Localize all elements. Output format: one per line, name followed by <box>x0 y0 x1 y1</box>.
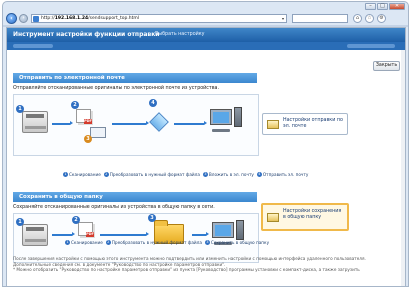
minimize-button[interactable]: – <box>365 3 376 10</box>
pdf-badge: PDF <box>84 119 92 124</box>
footer-line: * Можно отобразить "Руководство по настр… <box>13 267 360 272</box>
envelope-icon <box>267 120 279 129</box>
navigation-bar: ‹ › http://192.168.1.24/sendsupport_top.… <box>3 12 408 25</box>
search-input[interactable] <box>292 14 348 23</box>
step-2-badge: 2 <box>71 101 79 109</box>
close-button[interactable]: Закрыть <box>373 61 400 71</box>
step-1-badge: 1 <box>16 218 24 226</box>
flow-arrow <box>192 232 209 236</box>
step-item: 2 Преобразовать в нужный формат файла <box>105 240 202 245</box>
footer-line: После завершения настройки с помощью это… <box>13 256 366 261</box>
multifunction-printer-icon <box>22 111 48 133</box>
title-bar: – □ ✕ <box>3 2 408 12</box>
favorites-icon[interactable]: ☆ <box>365 14 374 23</box>
step-1-badge: 1 <box>16 105 24 113</box>
vertical-scrollbar[interactable] <box>401 50 405 286</box>
page-icon <box>33 16 39 22</box>
folder-section-description: Сохраняйте отсканированные оригиналы из … <box>13 205 215 210</box>
maximize-button[interactable]: □ <box>377 3 388 10</box>
sub-header-text-right <box>347 44 395 48</box>
sub-header <box>7 42 405 50</box>
page-content: Инструмент настройки функции отправки Вы… <box>6 27 406 286</box>
flow-arrow <box>52 121 73 125</box>
address-bar[interactable]: http://192.168.1.24/sendsupport_top.html… <box>31 14 287 23</box>
step-item: 1 Сканирование <box>63 172 101 177</box>
folder-icon <box>267 213 279 222</box>
page-header: Инструмент настройки функции отправки Вы… <box>7 28 405 42</box>
step-4-badge: 4 <box>149 99 157 107</box>
forward-button[interactable]: › <box>19 14 28 23</box>
step-item: 1 Сканирование <box>65 240 103 245</box>
home-icon[interactable]: ⌂ <box>353 14 362 23</box>
email-settings-button[interactable]: Настройки отправки по эл. почте <box>262 113 348 135</box>
flow-arrow <box>112 121 149 125</box>
sub-header-text <box>13 44 53 48</box>
folder-section-title: Сохранить в общую папку <box>13 192 257 202</box>
flow-arrow <box>174 121 207 125</box>
step-item: 3 Вложить в эл. почту <box>202 172 254 177</box>
shared-folder-settings-button[interactable]: Настройки сохранения в общую папку <box>261 203 349 231</box>
flow-arrow <box>100 232 149 236</box>
step-item: 3 Сохранить в общую папку <box>204 240 270 245</box>
window-controls: – □ ✕ <box>365 3 405 10</box>
envelope-icon <box>90 127 106 138</box>
email-steps: 1 Сканирование 2 Преобразовать в нужный фо… <box>63 172 308 177</box>
close-window-button[interactable]: ✕ <box>389 3 405 10</box>
page-title: Инструмент настройки функции отправки <box>13 31 160 38</box>
shared-folder-settings-label: Настройки сохранения в общую папку <box>283 209 342 220</box>
network-icon <box>149 112 169 132</box>
step-item: 4 Отправить эл. почту <box>256 172 309 177</box>
flow-arrow <box>52 232 75 236</box>
email-settings-label: Настройки отправки по эл. почте <box>283 118 343 129</box>
gear-icon[interactable]: ⚙ <box>377 14 386 23</box>
dropdown-arrow-icon[interactable]: ▾ <box>282 16 284 21</box>
select-setting-link[interactable]: Выбрать настройку <box>155 32 205 37</box>
step-3-badge: 3 <box>84 135 92 143</box>
folder-steps: 1 Сканирование 2 Преобразовать в нужный фо… <box>65 240 269 245</box>
browser-window: – □ ✕ ‹ › http://192.168.1.24/sendsuppor… <box>2 1 409 287</box>
multifunction-printer-icon <box>22 224 48 246</box>
email-section-description: Отправляйте отсканированные оригиналы по… <box>13 86 220 91</box>
step-item: 2 Преобразовать в нужный формат файла <box>103 172 200 177</box>
url-text: http://192.168.1.24/sendsupport_top.html <box>41 16 140 21</box>
step-2-badge: 2 <box>72 216 80 224</box>
pdf-badge: PDF <box>86 232 94 237</box>
email-diagram: 1 PDF 2 3 4 <box>13 94 259 156</box>
back-button[interactable]: ‹ <box>6 13 17 24</box>
email-section-title: Отправить по электронной почте <box>13 73 257 83</box>
step-3-badge: 3 <box>148 214 156 222</box>
footer-notes: После завершения настройки с помощью это… <box>13 256 401 273</box>
